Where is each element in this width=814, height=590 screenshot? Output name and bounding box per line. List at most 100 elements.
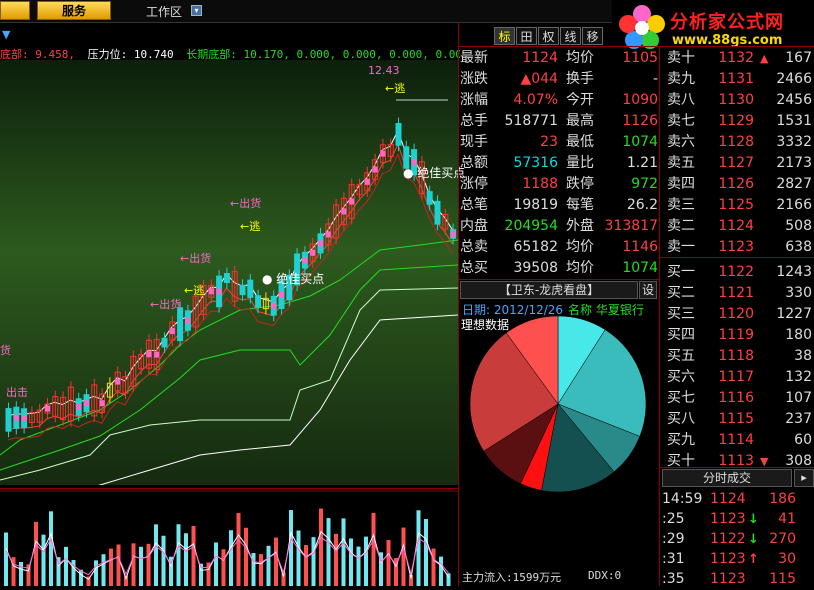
- collapse-arrow-icon[interactable]: ▼: [2, 28, 10, 41]
- volume-bar: [431, 548, 436, 586]
- longhu-panel-title[interactable]: 【卫东-龙虎看盘】: [460, 281, 638, 299]
- service-button[interactable]: 服务: [37, 1, 111, 20]
- volume-bar: [349, 538, 353, 586]
- candle-mark: [13, 414, 19, 421]
- quote-label: 均价: [566, 260, 594, 276]
- workspace-label[interactable]: 工作区: [146, 3, 182, 20]
- order-volume: 2466: [776, 71, 812, 87]
- order-level: 卖二: [667, 218, 695, 234]
- view-tabs: 标田权线移: [494, 26, 604, 46]
- ask-row[interactable]: 卖九 1131 2466: [664, 69, 814, 90]
- volume-bar: [221, 549, 226, 586]
- escape-label-2: ←逃: [240, 220, 261, 233]
- tab-line[interactable]: 线: [560, 27, 581, 45]
- order-volume: 2456: [776, 92, 812, 108]
- arrow-down-icon: ↓: [748, 512, 759, 527]
- quote-label: 总买: [460, 260, 488, 276]
- ask-row[interactable]: 卖七 1129 1531: [664, 111, 814, 132]
- ask-row[interactable]: 卖三 1125 2166: [664, 195, 814, 216]
- order-price: 1125: [718, 197, 754, 213]
- order-price: 1118: [718, 348, 754, 364]
- order-volume: 330: [785, 285, 812, 301]
- tick-volume: 30: [778, 551, 796, 567]
- volume-bar: [176, 524, 181, 586]
- main-inflow: 主力流入:1599万元: [462, 571, 562, 584]
- quote-value: 57316: [513, 155, 558, 171]
- quote-row: 总笔 19819 每笔 26.2: [460, 195, 660, 216]
- order-level: 买八: [667, 411, 695, 427]
- volume-bar: [274, 537, 278, 586]
- volume-bar: [49, 511, 53, 586]
- order-price: 1128: [718, 134, 754, 150]
- ask-row[interactable]: 卖四 1126 2827: [664, 174, 814, 195]
- tick-time: :29: [662, 531, 685, 547]
- tick-more-button[interactable]: ▸: [794, 469, 814, 487]
- bid-row[interactable]: 买七 1116 107: [664, 388, 814, 409]
- candle-mark: [302, 257, 308, 264]
- order-level: 卖五: [667, 155, 695, 171]
- volume-bar: [64, 546, 68, 586]
- tab-grid[interactable]: 田: [516, 27, 537, 45]
- volume-chart[interactable]: [0, 490, 458, 586]
- tick-volume: 41: [778, 511, 796, 527]
- candle-mark: [146, 351, 152, 358]
- order-volume: 60: [794, 432, 812, 448]
- volume-bar: [109, 548, 113, 586]
- ask-row[interactable]: 卖一 1123 638: [664, 237, 814, 258]
- ask-row[interactable]: 卖六 1128 3332: [664, 132, 814, 153]
- candle-mark: [21, 415, 27, 422]
- quote-value: 1074: [622, 260, 658, 276]
- quote-row: 总额 57316 量比 1.21: [460, 153, 660, 174]
- ask-row[interactable]: 卖十 1132 ▲ 167: [664, 48, 814, 69]
- order-level: 买三: [667, 306, 695, 322]
- bid-row[interactable]: 买五 1118 38: [664, 346, 814, 367]
- candlestick-chart[interactable]: [0, 60, 458, 485]
- bid-row[interactable]: 买四 1119 180: [664, 325, 814, 346]
- bid-row[interactable]: 买一 1122 1243: [664, 262, 814, 283]
- candle-mark: [349, 198, 355, 205]
- ask-row[interactable]: 卖二 1124 508: [664, 216, 814, 237]
- tick-time: :35: [662, 571, 685, 587]
- bid-row[interactable]: 买六 1117 132: [664, 367, 814, 388]
- volume-bar: [41, 534, 46, 586]
- tab-move[interactable]: 移: [582, 27, 603, 45]
- workspace-dropdown-icon[interactable]: ▾: [191, 5, 202, 16]
- bid-row[interactable]: 买八 1115 237: [664, 409, 814, 430]
- bid-row[interactable]: 买九 1114 60: [664, 430, 814, 451]
- candle-body: [5, 408, 12, 432]
- bid-row[interactable]: 买三 1120 1227: [664, 304, 814, 325]
- order-volume: 508: [785, 218, 812, 234]
- order-volume: 38: [794, 348, 812, 364]
- quote-label: 最新: [460, 50, 488, 66]
- volume-bar: [94, 560, 98, 586]
- bid-row[interactable]: 买二 1121 330: [664, 283, 814, 304]
- order-volume: 1531: [776, 113, 812, 129]
- order-volume: 132: [785, 369, 812, 385]
- order-level: 卖六: [667, 134, 695, 150]
- quote-label: 总手: [460, 113, 488, 129]
- quote-label: 涨幅: [460, 92, 488, 108]
- order-level: 买六: [667, 369, 695, 385]
- quote-value: 23: [540, 134, 558, 150]
- ask-row[interactable]: 卖五 1127 2173: [664, 153, 814, 174]
- volume-bar: [101, 554, 106, 586]
- order-level: 卖九: [667, 71, 695, 87]
- tab-standard[interactable]: 标: [494, 27, 515, 45]
- candle-mark: [364, 178, 370, 185]
- chuhuo-label-1: ←出货: [230, 197, 262, 210]
- tick-row: 14:59 1124 186: [660, 489, 814, 510]
- menu-button[interactable]: [0, 1, 30, 20]
- volume-bar: [311, 537, 316, 586]
- volume-bar: [131, 543, 136, 586]
- tick-volume: 270: [769, 531, 796, 547]
- ask-row[interactable]: 卖八 1130 2456: [664, 90, 814, 111]
- volume-bar: [259, 554, 263, 586]
- tab-rights[interactable]: 权: [538, 27, 559, 45]
- tick-trades-header[interactable]: 分时成交: [662, 469, 792, 487]
- order-volume: 2166: [776, 197, 812, 213]
- capital-pie-chart: [469, 315, 647, 493]
- longhu-settings-button[interactable]: 设: [639, 281, 657, 299]
- buy-point-label-2: ● 绝佳买点: [403, 166, 466, 180]
- quote-value: 1.21: [626, 155, 658, 171]
- tick-row: :31 1123 ↑ 30: [660, 549, 814, 570]
